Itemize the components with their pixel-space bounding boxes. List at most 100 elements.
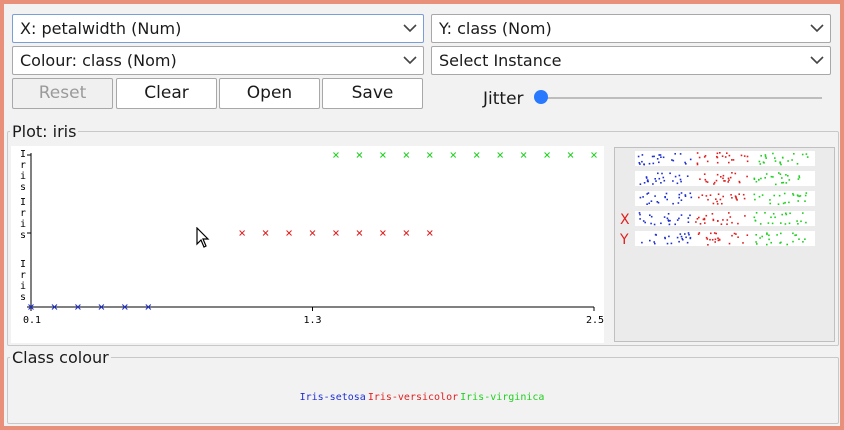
attribute-dot [755,234,757,236]
attribute-dot [746,234,749,236]
y-axis-select[interactable]: Y: class (Nom) [431,14,831,43]
attribute-dot [698,216,700,219]
attribute-dot [776,234,778,236]
attribute-dot [685,236,687,239]
attribute-dot [772,213,775,215]
attribute-dot [637,155,640,158]
attribute-dot [664,196,666,199]
attribute-dot [717,239,720,242]
attribute-dot [686,241,689,244]
attribute-dot [758,160,761,163]
attribute-dot [774,157,776,159]
attribute-dot [791,159,793,161]
attribute-dot [737,236,739,238]
visualize-window: X: petalwidth (Num) Y: class (Nom) Colou… [4,4,840,426]
attribute-dot [651,155,654,158]
attribute-dot [796,194,799,196]
attribute-dot [676,219,679,221]
attribute-dot [665,192,668,195]
save-button[interactable]: Save [322,78,423,109]
attribute-dot [641,160,643,163]
attribute-dot [650,222,652,225]
attribute-dot [761,194,764,196]
x-axis-select[interactable]: X: petalwidth (Num) [12,14,424,43]
attribute-dot [678,217,680,220]
instance-select[interactable]: Select Instance [431,46,831,75]
attribute-dot [660,182,662,184]
open-button[interactable]: Open [219,78,320,109]
attribute-dot [716,161,719,164]
attribute-dot [798,175,800,177]
scatter-plot[interactable]: Ir i s Ir i s Ir i s 0.1 1.3 2.5 [11,146,604,343]
jitter-slider-thumb[interactable] [534,90,548,104]
attribute-dot [706,160,709,163]
attribute-dot [672,159,675,162]
attribute-dot [705,214,708,217]
attribute-dot [649,239,651,242]
y-axis-select-value: Y: class (Nom) [439,19,552,38]
attribute-dot [639,213,641,216]
clear-button[interactable]: Clear [116,78,217,109]
attribute-dot [738,180,741,183]
attribute-dot [709,194,712,196]
attribute-dot [756,243,758,245]
attribute-dot [687,232,690,234]
attribute-dot [704,178,707,181]
legend-virginica[interactable]: Iris-virginica [460,392,544,403]
attribute-panel[interactable]: XY [614,147,835,342]
attribute-dot [679,233,682,235]
data-point [450,152,457,158]
y-tick-label: Iris [20,259,26,303]
attribute-dot [753,216,756,219]
attribute-dot [780,241,782,244]
attribute-dot [770,241,772,244]
attribute-dot [696,163,699,166]
attribute-dot [724,156,727,158]
legend-versicolor[interactable]: Iris-versicolor [368,392,458,403]
attribute-dot [782,157,784,159]
attribute-dot [759,163,762,165]
attribute-dot [680,180,682,183]
attribute-dot [689,214,691,217]
attribute-dot [804,194,807,197]
attribute-dot [717,237,719,239]
attribute-dot [717,220,719,222]
attribute-dot [648,202,650,205]
colour-select[interactable]: Colour: class (Nom) [12,46,424,75]
attribute-dot [737,222,739,225]
chevron-down-icon [810,56,824,65]
attribute-dot [801,153,804,156]
attribute-dot [679,153,682,155]
attribute-dot [735,197,737,199]
data-point [356,230,363,236]
attribute-dot [680,235,683,238]
attribute-dot [805,221,807,224]
legend-setosa[interactable]: Iris-setosa [300,392,366,403]
data-point [333,230,339,236]
attribute-dot [793,153,795,155]
attribute-dot [654,233,657,236]
attribute-dot [784,223,787,225]
data-point [426,230,433,236]
attribute-dot [696,218,699,220]
attribute-dot [663,179,666,182]
attribute-dot [698,196,700,199]
attribute-dot [758,179,760,181]
attribute-dot [759,223,762,225]
jitter-slider-track[interactable] [544,97,822,99]
attribute-dot [674,153,676,155]
attribute-dot [722,174,725,177]
attribute-panel-svg: XY [619,151,815,248]
attribute-dot [753,193,756,196]
attribute-dot [650,215,653,218]
attribute-dot [670,242,673,245]
attribute-dot [732,159,735,161]
attribute-dot [728,154,731,157]
attribute-dot [742,242,744,244]
reset-button[interactable]: Reset [12,78,113,109]
attribute-dot [760,155,762,157]
attribute-dot [721,202,723,205]
attribute-dot [714,241,716,243]
attribute-dot [676,236,679,239]
attribute-strip [635,151,815,166]
